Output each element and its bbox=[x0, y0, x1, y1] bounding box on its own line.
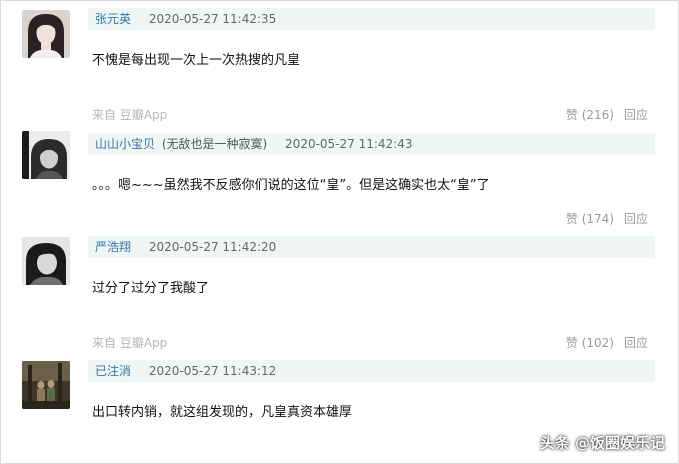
comment-header-3: 严浩翔 2020-05-27 11:42:20 bbox=[88, 236, 655, 258]
comment-text: 不愧是每出现一次上一次热搜的凡皇 bbox=[92, 53, 301, 68]
username-link[interactable]: 已注消 bbox=[95, 364, 131, 378]
avatar-scene-icon bbox=[22, 361, 70, 409]
reply-button[interactable]: 回应 bbox=[624, 212, 648, 226]
like-button[interactable]: 赞 (216) bbox=[566, 108, 614, 122]
comment-source: 来自 豆瓣App bbox=[92, 336, 168, 350]
watermark: 头条 @饭圈娱乐记 bbox=[539, 434, 665, 452]
avatar-portrait-icon bbox=[22, 131, 70, 179]
avatar-user-3[interactable] bbox=[22, 237, 70, 285]
comment-actions: 赞 (216) 回应 bbox=[566, 106, 648, 123]
user-signature: (无敌也是一种寂寞) bbox=[161, 137, 268, 151]
comment-actions: 赞 (174) 回应 bbox=[566, 210, 648, 227]
avatar-user-1[interactable] bbox=[22, 10, 70, 58]
comment-text: 。。。嗯~~~虽然我不反感你们说的这位“皇”。但是这确实也太“皇”了 bbox=[92, 178, 490, 193]
avatar-portrait-icon bbox=[22, 10, 70, 58]
comment-header-2: 山山小宝贝 (无敌也是一种寂寞) 2020-05-27 11:42:43 bbox=[88, 133, 655, 155]
comment-list: 张元英 2020-05-27 11:42:35 不愧是每出现一次上一次热搜的凡皇… bbox=[0, 0, 679, 464]
comment-timestamp: 2020-05-27 11:42:20 bbox=[148, 240, 277, 254]
avatar-user-4[interactable] bbox=[22, 361, 70, 409]
comment-timestamp: 2020-05-27 11:43:12 bbox=[148, 364, 277, 378]
username-link[interactable]: 山山小宝贝 bbox=[95, 137, 155, 151]
reply-button[interactable]: 回应 bbox=[624, 108, 648, 122]
reply-button[interactable]: 回应 bbox=[624, 336, 648, 350]
comment-actions: 赞 (102) 回应 bbox=[566, 334, 648, 351]
comment-text: 出口转内销，就这组发现的，凡皇真资本雄厚 bbox=[92, 405, 353, 420]
comment-timestamp: 2020-05-27 11:42:43 bbox=[285, 137, 413, 151]
comment-header-1: 张元英 2020-05-27 11:42:35 bbox=[88, 8, 655, 30]
comment-text: 过分了过分了我酸了 bbox=[92, 281, 210, 296]
comment-source: 来自 豆瓣App bbox=[92, 108, 168, 122]
username-link[interactable]: 严浩翔 bbox=[95, 240, 131, 254]
username-link[interactable]: 张元英 bbox=[95, 12, 131, 26]
avatar-user-2[interactable] bbox=[22, 131, 70, 179]
avatar-portrait-icon bbox=[22, 237, 70, 285]
like-button[interactable]: 赞 (174) bbox=[566, 212, 614, 226]
comment-timestamp: 2020-05-27 11:42:35 bbox=[148, 12, 277, 26]
like-button[interactable]: 赞 (102) bbox=[566, 336, 614, 350]
comment-header-4: 已注消 2020-05-27 11:43:12 bbox=[88, 360, 655, 382]
